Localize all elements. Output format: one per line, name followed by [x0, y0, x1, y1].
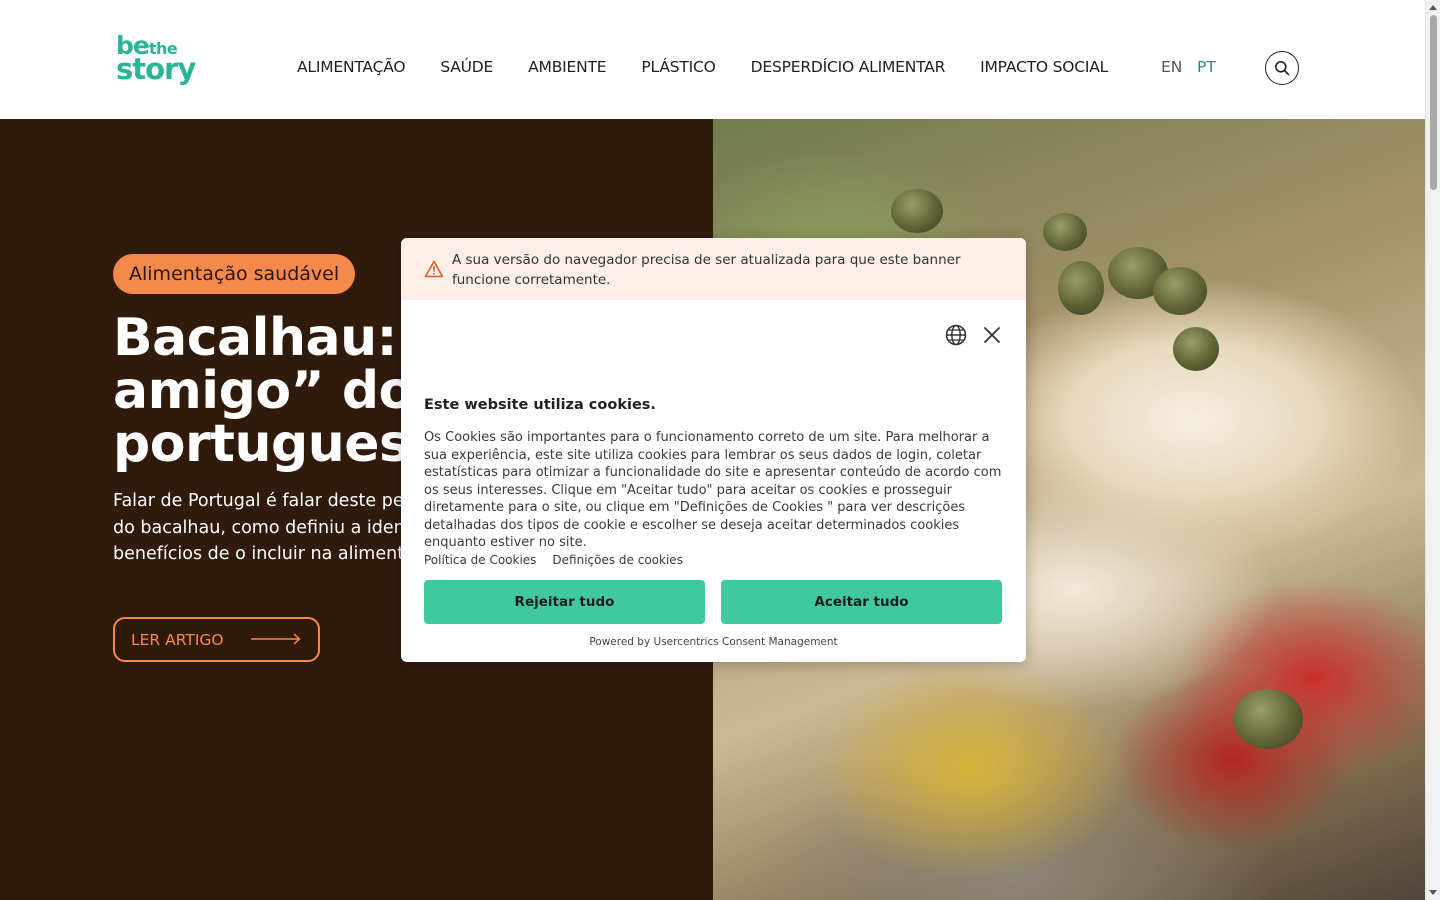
site-logo[interactable]: bethe story — [116, 33, 206, 92]
cookie-links: Política de Cookies Definições de cookie… — [424, 553, 699, 567]
nav-item-plastico[interactable]: PLÁSTICO — [641, 58, 715, 76]
cookie-consent-dialog: A sua versão do navegador precisa de ser… — [401, 238, 1026, 662]
cookie-policy-link[interactable]: Política de Cookies — [424, 553, 536, 567]
browser-warning-text: A sua versão do navegador precisa de ser… — [452, 252, 961, 288]
logo-story: story — [116, 51, 196, 86]
hero-description-line: do bacalhau, como definiu a identi — [113, 517, 417, 538]
hero-description-line: benefícios de o incluir na alimenta — [113, 544, 415, 564]
caper — [1233, 689, 1303, 749]
cookie-settings-link[interactable]: Definições de cookies — [552, 553, 683, 567]
hero-title-line: amigo” dos — [113, 361, 445, 421]
scroll-up-arrow-icon[interactable] — [1429, 5, 1437, 10]
close-icon[interactable] — [982, 325, 1002, 345]
language-pt[interactable]: PT — [1197, 58, 1216, 76]
language-en[interactable]: EN — [1161, 58, 1182, 76]
hero-title-line: Bacalhau: o — [113, 308, 450, 368]
caper — [1153, 267, 1207, 315]
hero-description-line: Falar de Portugal é falar deste peix — [113, 491, 419, 511]
nav-item-alimentacao[interactable]: ALIMENTAÇÃO — [297, 58, 406, 76]
powered-by-text: Powered by Usercentrics Consent Manageme… — [589, 636, 838, 648]
scrollbar-thumb[interactable] — [1430, 15, 1437, 190]
page-scrollbar[interactable] — [1425, 0, 1440, 900]
nav-item-desperdicio-alimentar[interactable]: DESPERDÍCIO ALIMENTAR — [751, 58, 946, 76]
caper — [1043, 213, 1087, 251]
accept-all-button[interactable]: Aceitar tudo — [721, 580, 1002, 624]
caper — [891, 189, 943, 233]
globe-icon[interactable] — [945, 324, 967, 346]
main-nav: ALIMENTAÇÃO SAÚDE AMBIENTE PLÁSTICO DESP… — [297, 58, 1143, 76]
caper — [1173, 327, 1219, 371]
caper — [1058, 261, 1104, 315]
search-button[interactable] — [1265, 51, 1299, 85]
site-header: bethe story ALIMENTAÇÃO SAÚDE AMBIENTE P… — [0, 0, 1425, 119]
reject-all-button[interactable]: Rejeitar tudo — [424, 580, 705, 624]
read-article-label: LER ARTIGO — [131, 630, 224, 649]
nav-item-ambiente[interactable]: AMBIENTE — [528, 58, 606, 76]
search-icon — [1275, 61, 1290, 76]
cookie-title: Este website utiliza cookies. — [424, 397, 656, 413]
browser-warning-banner: A sua versão do navegador precisa de ser… — [401, 238, 1026, 300]
category-tag[interactable]: Alimentação saudável — [113, 254, 356, 294]
nav-item-saude[interactable]: SAÚDE — [440, 58, 493, 76]
nav-item-impacto-social[interactable]: IMPACTO SOCIAL — [980, 58, 1108, 76]
arrow-right-icon — [251, 633, 301, 645]
scroll-down-arrow-icon[interactable] — [1429, 890, 1437, 895]
cookie-description: Os Cookies são importantes para o funcio… — [424, 430, 1002, 550]
hero-title-line: portuguese — [113, 414, 445, 474]
read-article-button[interactable]: LER ARTIGO — [113, 617, 320, 662]
warning-icon — [424, 260, 444, 278]
